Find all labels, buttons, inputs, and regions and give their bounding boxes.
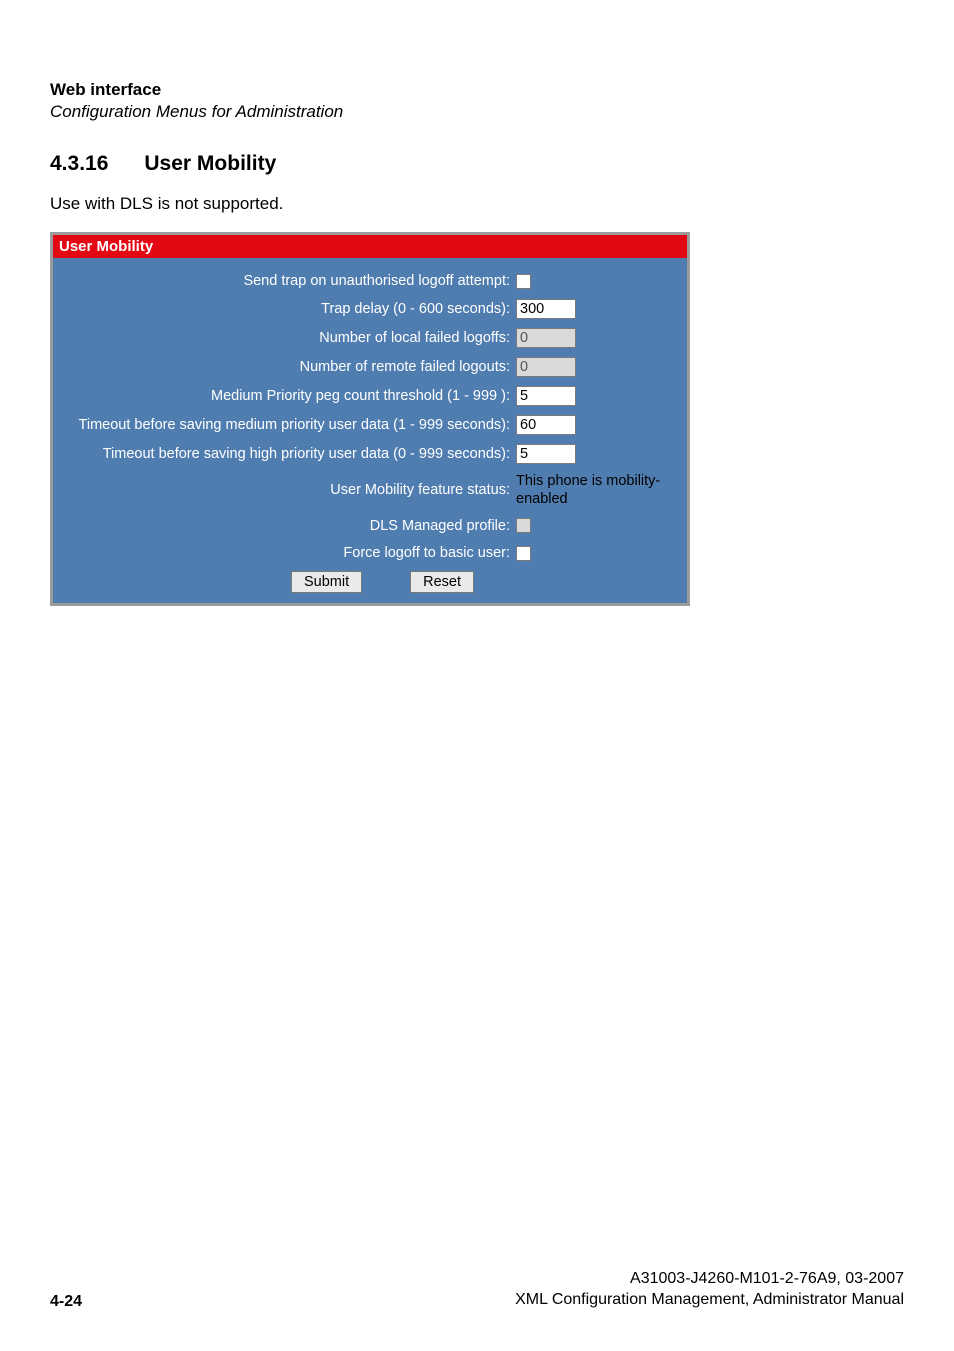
row-peg-threshold: Medium Priority peg count threshold (1 -… (61, 386, 679, 406)
row-local-failed: Number of local failed logoffs: (61, 328, 679, 348)
label-send-trap: Send trap on unauthorised logoff attempt… (61, 272, 516, 290)
footer-doc-info: A31003-J4260-M101-2-76A9, 03-2007 XML Co… (515, 1268, 904, 1311)
footer-page-number: 4-24 (50, 1293, 82, 1311)
input-timeout-high[interactable] (516, 444, 576, 464)
row-force-logoff: Force logoff to basic user: (61, 544, 679, 562)
page-footer: 4-24 A31003-J4260-M101-2-76A9, 03-2007 X… (50, 1268, 904, 1311)
row-trap-delay: Trap delay (0 - 600 seconds): (61, 299, 679, 319)
row-timeout-high: Timeout before saving high priority user… (61, 444, 679, 464)
panel-body: Send trap on unauthorised logoff attempt… (53, 258, 687, 603)
submit-button[interactable]: Submit (291, 571, 362, 593)
header-title: Web interface (50, 80, 904, 100)
label-timeout-medium: Timeout before saving medium priority us… (61, 416, 516, 434)
footer-doc-id: A31003-J4260-M101-2-76A9, 03-2007 (515, 1268, 904, 1290)
input-timeout-medium[interactable] (516, 415, 576, 435)
label-local-failed: Number of local failed logoffs: (61, 329, 516, 347)
label-feature-status: User Mobility feature status: (61, 481, 516, 499)
label-peg-threshold: Medium Priority peg count threshold (1 -… (61, 387, 516, 405)
header-subtitle: Configuration Menus for Administration (50, 102, 904, 122)
section-number: 4.3.16 (50, 152, 108, 176)
label-dls-profile: DLS Managed profile: (61, 517, 516, 535)
user-mobility-panel: User Mobility Send trap on unauthorised … (50, 232, 690, 606)
input-local-failed (516, 328, 576, 348)
row-send-trap: Send trap on unauthorised logoff attempt… (61, 272, 679, 290)
section-title: User Mobility (144, 152, 276, 175)
row-timeout-medium: Timeout before saving medium priority us… (61, 415, 679, 435)
input-trap-delay[interactable] (516, 299, 576, 319)
row-feature-status: User Mobility feature status: This phone… (61, 473, 679, 508)
page-header: Web interface Configuration Menus for Ad… (50, 80, 904, 122)
section-note: Use with DLS is not supported. (50, 194, 904, 214)
input-peg-threshold[interactable] (516, 386, 576, 406)
checkbox-send-trap[interactable] (516, 274, 531, 289)
label-timeout-high: Timeout before saving high priority user… (61, 445, 516, 463)
button-row: Submit Reset (61, 571, 679, 593)
row-dls-profile: DLS Managed profile: (61, 517, 679, 535)
section-heading: 4.3.16 User Mobility (50, 152, 904, 176)
panel-title: User Mobility (53, 235, 687, 258)
value-feature-status: This phone is mobility-enabled (516, 473, 679, 508)
footer-doc-title: XML Configuration Management, Administra… (515, 1289, 904, 1311)
checkbox-dls-profile (516, 518, 531, 533)
label-trap-delay: Trap delay (0 - 600 seconds): (61, 300, 516, 318)
checkbox-force-logoff[interactable] (516, 546, 531, 561)
reset-button[interactable]: Reset (410, 571, 474, 593)
input-remote-failed (516, 357, 576, 377)
row-remote-failed: Number of remote failed logouts: (61, 357, 679, 377)
label-remote-failed: Number of remote failed logouts: (61, 358, 516, 376)
label-force-logoff: Force logoff to basic user: (61, 544, 516, 562)
